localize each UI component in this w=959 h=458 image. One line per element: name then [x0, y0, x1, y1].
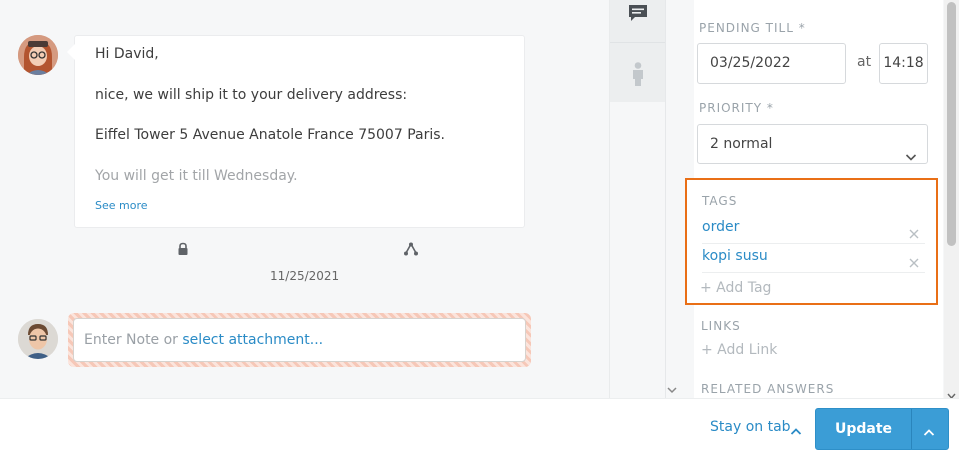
update-button-label[interactable]: Update: [816, 409, 911, 449]
chat-icon: [628, 4, 648, 22]
stay-on-tab-dropdown[interactable]: Stay on tab: [710, 419, 791, 435]
message-bubble: Hi David, nice, we will ship it to your …: [67, 35, 525, 228]
add-link-button[interactable]: + Add Link: [701, 342, 777, 358]
chevron-up-icon[interactable]: [923, 423, 935, 436]
split-icon[interactable]: [403, 241, 419, 256]
message-line: nice, we will ship it to your delivery a…: [95, 87, 408, 103]
tags-label: TAGS: [702, 194, 738, 208]
message-line: Eiffel Tower 5 Avenue Anatole France 750…: [95, 127, 445, 143]
tab-ticket[interactable]: [610, 0, 666, 43]
note-composer: Enter Note or select attachment...: [68, 313, 531, 367]
priority-value: 2 normal: [710, 136, 773, 152]
user-icon: [631, 62, 645, 86]
chevron-down-icon: [905, 139, 917, 161]
links-label: LINKS: [701, 319, 741, 333]
button-divider: [911, 409, 912, 449]
related-answers-label: RELATED ANSWERS: [701, 382, 835, 396]
customer-avatar[interactable]: [18, 35, 58, 75]
tag-link[interactable]: kopi susu: [702, 248, 768, 264]
tags-section: TAGS order kopi susu + Add Tag: [685, 178, 938, 305]
sidebar-tabs: [609, 0, 666, 398]
at-label: at: [857, 54, 872, 70]
message-line-faded: You will get it till Wednesday.: [95, 168, 298, 184]
action-bar: Stay on tab Update: [0, 398, 959, 458]
scrollbar-thumb[interactable]: [947, 2, 956, 246]
close-icon[interactable]: [909, 224, 919, 239]
tag-item: kopi susu: [702, 243, 925, 273]
priority-label: PRIORITY *: [699, 101, 774, 115]
update-button[interactable]: Update: [815, 408, 949, 450]
lock-icon[interactable]: [176, 241, 190, 255]
priority-select[interactable]: 2 normal: [697, 124, 928, 164]
ticket-sidebar: PENDING TILL * 03/25/2022 at 14:18 PRIOR…: [665, 0, 959, 398]
select-attachment-link[interactable]: select attachment...: [182, 332, 323, 348]
message-date: 11/25/2021: [270, 269, 340, 283]
agent-avatar[interactable]: [18, 319, 58, 359]
pending-date-input[interactable]: 03/25/2022: [697, 43, 846, 84]
tag-item: order: [702, 214, 925, 244]
scroll-down-arrow[interactable]: [665, 382, 679, 398]
see-more-link[interactable]: See more: [95, 199, 148, 212]
close-icon[interactable]: [909, 253, 919, 268]
sidebar-scrollbar[interactable]: [944, 0, 959, 400]
chevron-down-icon[interactable]: [947, 385, 956, 400]
conversation-panel: Hi David, nice, we will ship it to your …: [0, 0, 609, 398]
tag-link[interactable]: order: [702, 219, 739, 235]
message-greeting: Hi David,: [95, 46, 159, 62]
add-tag-input[interactable]: + Add Tag: [700, 280, 771, 296]
note-input[interactable]: Enter Note or select attachment...: [73, 318, 526, 362]
chevron-up-icon[interactable]: [790, 422, 802, 435]
pending-till-label: PENDING TILL *: [699, 21, 806, 35]
pending-time-input[interactable]: 14:18: [879, 43, 928, 84]
note-placeholder: Enter Note or: [84, 332, 183, 348]
